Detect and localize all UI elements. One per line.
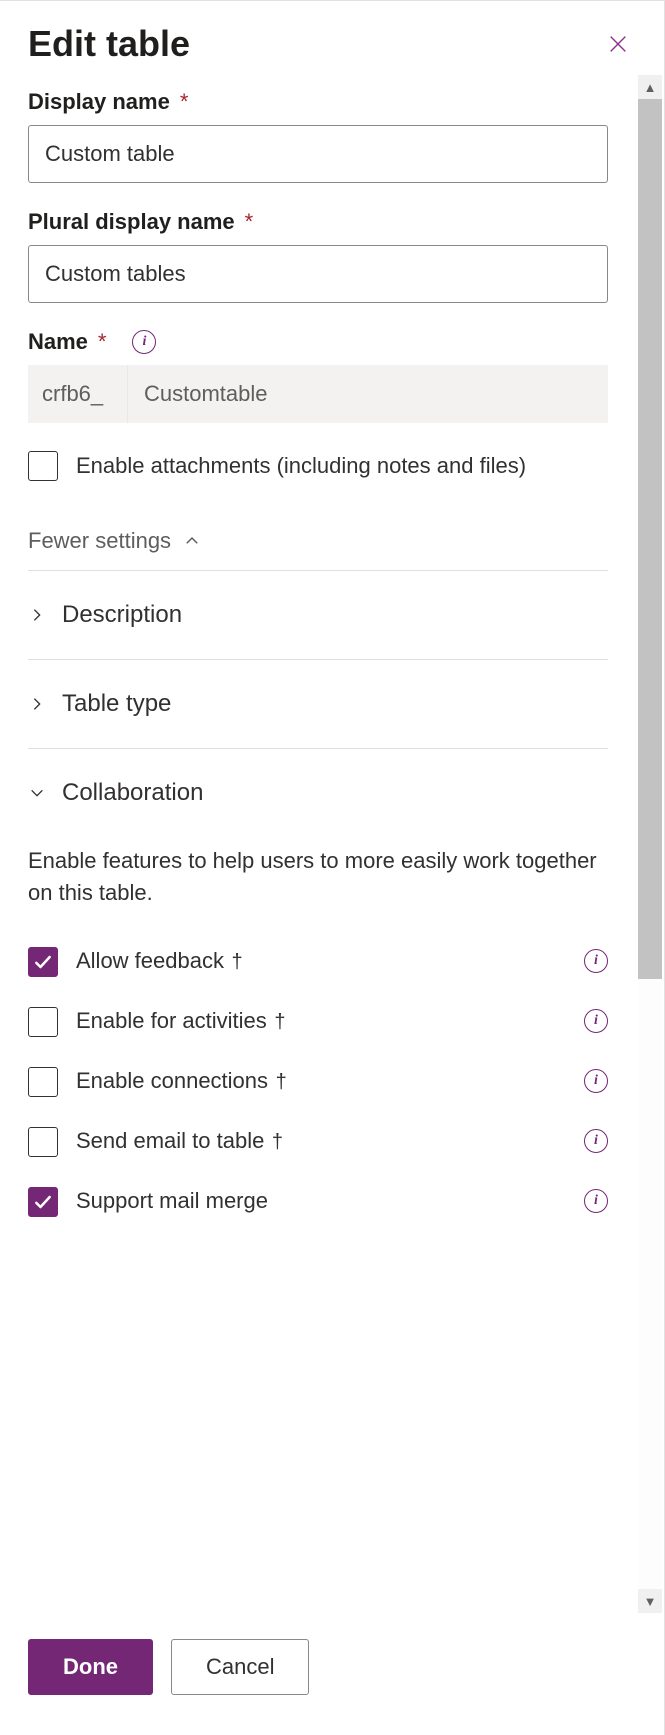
collaboration-row: Support mail merge i: [28, 1171, 608, 1231]
collaboration-checkbox[interactable]: [28, 1187, 58, 1217]
collaboration-row: Enable connections † i: [28, 1051, 608, 1111]
edit-table-panel: Edit table ▲ ▼ Display name * Plu: [0, 0, 665, 1735]
collaboration-row: Send email to table † i: [28, 1111, 608, 1171]
name-info-icon[interactable]: i: [132, 330, 156, 354]
done-button[interactable]: Done: [28, 1639, 153, 1695]
name-label: Name * i: [28, 329, 608, 355]
info-icon[interactable]: i: [584, 1009, 608, 1033]
section-table-type-header[interactable]: Table type: [28, 660, 608, 748]
plural-name-label-text: Plural display name: [28, 209, 235, 235]
panel-footer: Done Cancel: [0, 1613, 664, 1735]
enable-attachments-row: Enable attachments (including notes and …: [28, 449, 608, 482]
scrollbar-down-arrow[interactable]: ▼: [638, 1589, 662, 1613]
chevron-down-icon: [28, 784, 46, 802]
collaboration-checkbox[interactable]: [28, 947, 58, 977]
display-name-input[interactable]: [28, 125, 608, 183]
fewer-settings-label: Fewer settings: [28, 528, 171, 554]
dagger-icon: †: [269, 1011, 286, 1033]
collaboration-description: Enable features to help users to more ea…: [28, 845, 608, 909]
field-display-name: Display name *: [28, 89, 608, 183]
name-input: [128, 365, 608, 423]
dagger-icon: †: [226, 951, 243, 973]
info-icon[interactable]: i: [584, 949, 608, 973]
cancel-button[interactable]: Cancel: [171, 1639, 309, 1695]
form-content: Display name * Plural display name * Nam…: [28, 75, 636, 1231]
collaboration-checkbox[interactable]: [28, 1007, 58, 1037]
collaboration-checkbox[interactable]: [28, 1127, 58, 1157]
collaboration-label: Support mail merge: [76, 1188, 268, 1214]
collaboration-row-left: Allow feedback †: [28, 945, 243, 977]
field-plural-name: Plural display name *: [28, 209, 608, 303]
collaboration-label: Enable for activities †: [76, 1008, 285, 1034]
collaboration-row: Enable for activities † i: [28, 991, 608, 1051]
required-asterisk: *: [98, 329, 107, 355]
panel-header: Edit table: [0, 1, 664, 75]
close-button[interactable]: [600, 26, 636, 62]
enable-attachments-checkbox[interactable]: [28, 451, 58, 481]
scrollbar-up-arrow[interactable]: ▲: [638, 75, 662, 99]
name-prefix: crfb6_: [28, 365, 128, 423]
enable-attachments-label: Enable attachments (including notes and …: [76, 449, 526, 482]
collaboration-row-left: Enable for activities †: [28, 1005, 285, 1037]
scroll-region: ▲ ▼ Display name * Plural display name *: [0, 75, 664, 1613]
name-label-text: Name: [28, 329, 88, 355]
info-icon[interactable]: i: [584, 1189, 608, 1213]
collaboration-checkbox[interactable]: [28, 1067, 58, 1097]
required-asterisk: *: [180, 89, 189, 115]
section-collaboration-title: Collaboration: [62, 779, 203, 807]
collaboration-label: Send email to table †: [76, 1128, 283, 1154]
display-name-label-text: Display name: [28, 89, 170, 115]
collaboration-row-left: Enable connections †: [28, 1065, 287, 1097]
name-input-row: crfb6_: [28, 365, 608, 423]
collaboration-label: Allow feedback †: [76, 948, 243, 974]
collaboration-row-left: Support mail merge: [28, 1185, 268, 1217]
display-name-label: Display name *: [28, 89, 608, 115]
plural-name-input[interactable]: [28, 245, 608, 303]
collaboration-items: Allow feedback †iEnable for activities †…: [28, 931, 608, 1231]
fewer-settings-toggle[interactable]: Fewer settings: [28, 528, 608, 554]
info-icon[interactable]: i: [584, 1129, 608, 1153]
section-description-title: Description: [62, 601, 182, 629]
collaboration-row-left: Send email to table †: [28, 1125, 283, 1157]
collaboration-row: Allow feedback † i: [28, 931, 608, 991]
close-icon: [607, 33, 629, 55]
collaboration-label: Enable connections †: [76, 1068, 287, 1094]
chevron-right-icon: [28, 606, 46, 624]
section-collaboration-header[interactable]: Collaboration: [28, 749, 608, 837]
info-icon[interactable]: i: [584, 1069, 608, 1093]
plural-name-label: Plural display name *: [28, 209, 608, 235]
field-name: Name * i crfb6_: [28, 329, 608, 423]
panel-title: Edit table: [28, 23, 190, 65]
chevron-right-icon: [28, 695, 46, 713]
section-description-header[interactable]: Description: [28, 571, 608, 659]
section-table-type-title: Table type: [62, 690, 171, 718]
dagger-icon: †: [270, 1071, 287, 1093]
dagger-icon: †: [266, 1131, 283, 1153]
scrollbar-thumb[interactable]: [638, 99, 662, 979]
chevron-up-icon: [183, 532, 201, 550]
required-asterisk: *: [245, 209, 254, 235]
